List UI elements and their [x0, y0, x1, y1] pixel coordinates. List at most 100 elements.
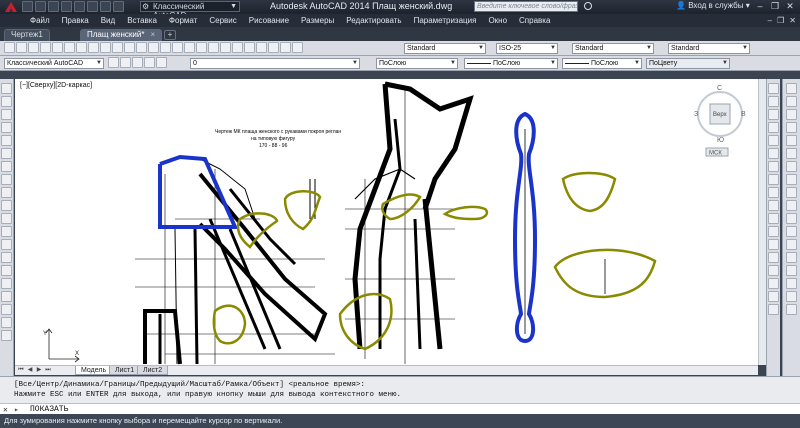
extend-icon[interactable] [768, 213, 779, 224]
arc-icon[interactable] [1, 148, 12, 159]
layout-tab-sheet1[interactable]: Лист1 [109, 366, 141, 375]
copy-icon[interactable] [100, 42, 111, 53]
properties-icon[interactable] [113, 1, 124, 12]
join-icon[interactable] [768, 252, 779, 263]
layout-tab-model[interactable]: Модель [75, 366, 113, 375]
tab-drawing1[interactable]: Чертеж1 [4, 29, 50, 41]
open-icon[interactable] [35, 1, 46, 12]
help-search-input[interactable]: Введите ключевое слово/фразу [474, 1, 578, 12]
properties-icon[interactable] [220, 42, 231, 53]
move-icon[interactable] [768, 148, 779, 159]
zoom-all-icon[interactable] [786, 213, 797, 224]
linetype-select[interactable]: ПоСлою ▼ [464, 58, 558, 69]
tool-palettes-icon[interactable] [244, 42, 255, 53]
offset-icon[interactable] [768, 122, 779, 133]
scale-icon[interactable] [768, 174, 779, 185]
redo-icon[interactable] [160, 42, 171, 53]
last-layout-icon[interactable]: ⏭ [44, 366, 52, 374]
dim-front-icon[interactable] [786, 148, 797, 159]
lightbulb-icon[interactable] [132, 57, 143, 68]
plot-icon[interactable] [40, 42, 51, 53]
sheet-set-icon[interactable] [256, 42, 267, 53]
close-icon[interactable]: × [150, 30, 155, 39]
erase-icon[interactable] [768, 83, 779, 94]
paste-icon[interactable] [112, 42, 123, 53]
pan-icon[interactable] [786, 239, 797, 250]
spline-icon[interactable] [1, 187, 12, 198]
tab-plashch-zhenskiy[interactable]: Плащ женский* × [80, 29, 163, 41]
markup-icon[interactable] [268, 42, 279, 53]
new-icon[interactable] [4, 42, 15, 53]
array-icon[interactable] [768, 135, 779, 146]
leader-front-icon[interactable] [786, 161, 797, 172]
match-properties-icon[interactable] [124, 42, 135, 53]
doc-close-icon[interactable]: ✕ [789, 16, 796, 25]
show-motion-icon[interactable] [786, 265, 797, 276]
search-icon[interactable] [584, 2, 592, 10]
menu-item[interactable]: Рисование [249, 16, 289, 25]
menu-item[interactable]: Справка [519, 16, 550, 25]
plotstyle-select[interactable]: ПоЦвету ▼ [646, 58, 730, 69]
trim-icon[interactable] [768, 200, 779, 211]
undo-icon[interactable] [148, 42, 159, 53]
text-front-icon[interactable] [786, 135, 797, 146]
doc-restore-icon[interactable]: ❐ [777, 16, 784, 25]
zoom-out-icon[interactable] [786, 200, 797, 211]
new-icon[interactable] [22, 1, 33, 12]
sign-in-button[interactable]: 👤 Вход в службы ▾ [676, 1, 750, 10]
layer-properties-icon[interactable] [120, 57, 131, 68]
layer-select[interactable]: 0 ▼ [190, 58, 360, 69]
block-editor-icon[interactable] [136, 42, 147, 53]
break-icon[interactable] [768, 239, 779, 250]
help-icon[interactable] [292, 42, 303, 53]
zoom-extents-icon[interactable] [786, 226, 797, 237]
redo-icon[interactable] [100, 1, 111, 12]
viewcube[interactable]: Верх С Ю В З МСК [686, 80, 746, 158]
polygon-icon[interactable] [1, 122, 12, 133]
autocad-logo-icon[interactable] [4, 1, 18, 13]
viewport-controls-label[interactable]: [−][Сверху][2D-каркас] [20, 82, 92, 89]
construction-line-icon[interactable] [1, 96, 12, 107]
doc-minimize-icon[interactable]: – [768, 16, 772, 25]
text-style-select[interactable]: Standard ▼ [404, 43, 486, 54]
break-at-point-icon[interactable] [768, 226, 779, 237]
zoom-in-icon[interactable] [786, 187, 797, 198]
workspace-settings-icon[interactable] [108, 57, 119, 68]
new-tab-button[interactable]: + [164, 30, 176, 40]
zoom-realtime-icon[interactable] [184, 42, 195, 53]
chamfer-icon[interactable] [768, 265, 779, 276]
save-icon[interactable] [28, 42, 39, 53]
viewcube-west[interactable]: З [694, 111, 698, 118]
explode-icon[interactable] [768, 304, 779, 315]
fillet-icon[interactable] [768, 278, 779, 289]
color-select[interactable]: ПоСлою ▼ [376, 58, 458, 69]
menu-item[interactable]: Вид [101, 16, 115, 25]
pan-icon[interactable] [172, 42, 183, 53]
menu-item[interactable]: Редактировать [346, 16, 401, 25]
undo-icon[interactable] [87, 1, 98, 12]
plot-icon[interactable] [74, 1, 85, 12]
cut-icon[interactable] [88, 42, 99, 53]
circle-icon[interactable] [1, 161, 12, 172]
region-icon[interactable] [1, 291, 12, 302]
minimize-icon[interactable]: – [754, 1, 766, 12]
next-layout-icon[interactable]: ▶ [35, 366, 43, 374]
lock-icon[interactable] [156, 57, 167, 68]
copy-icon[interactable] [768, 96, 779, 107]
menu-item[interactable]: Правка [62, 16, 89, 25]
open-icon[interactable] [16, 42, 27, 53]
ellipse-arc-icon[interactable] [1, 213, 12, 224]
layer-match-icon[interactable] [786, 291, 797, 302]
blend-icon[interactable] [768, 291, 779, 302]
design-center-icon[interactable] [232, 42, 243, 53]
draw-order-front-icon[interactable] [786, 83, 797, 94]
save-icon[interactable] [48, 1, 59, 12]
workspace-combo[interactable]: Классический AutoCAD ▼ [4, 58, 104, 69]
zoom-window-icon[interactable] [196, 42, 207, 53]
menu-item[interactable]: Файл [30, 16, 50, 25]
hatch-back-icon[interactable] [786, 174, 797, 185]
rotate-icon[interactable] [768, 161, 779, 172]
stretch-icon[interactable] [768, 187, 779, 198]
preview-icon[interactable] [52, 42, 63, 53]
vertical-scrollbar[interactable] [758, 79, 766, 365]
